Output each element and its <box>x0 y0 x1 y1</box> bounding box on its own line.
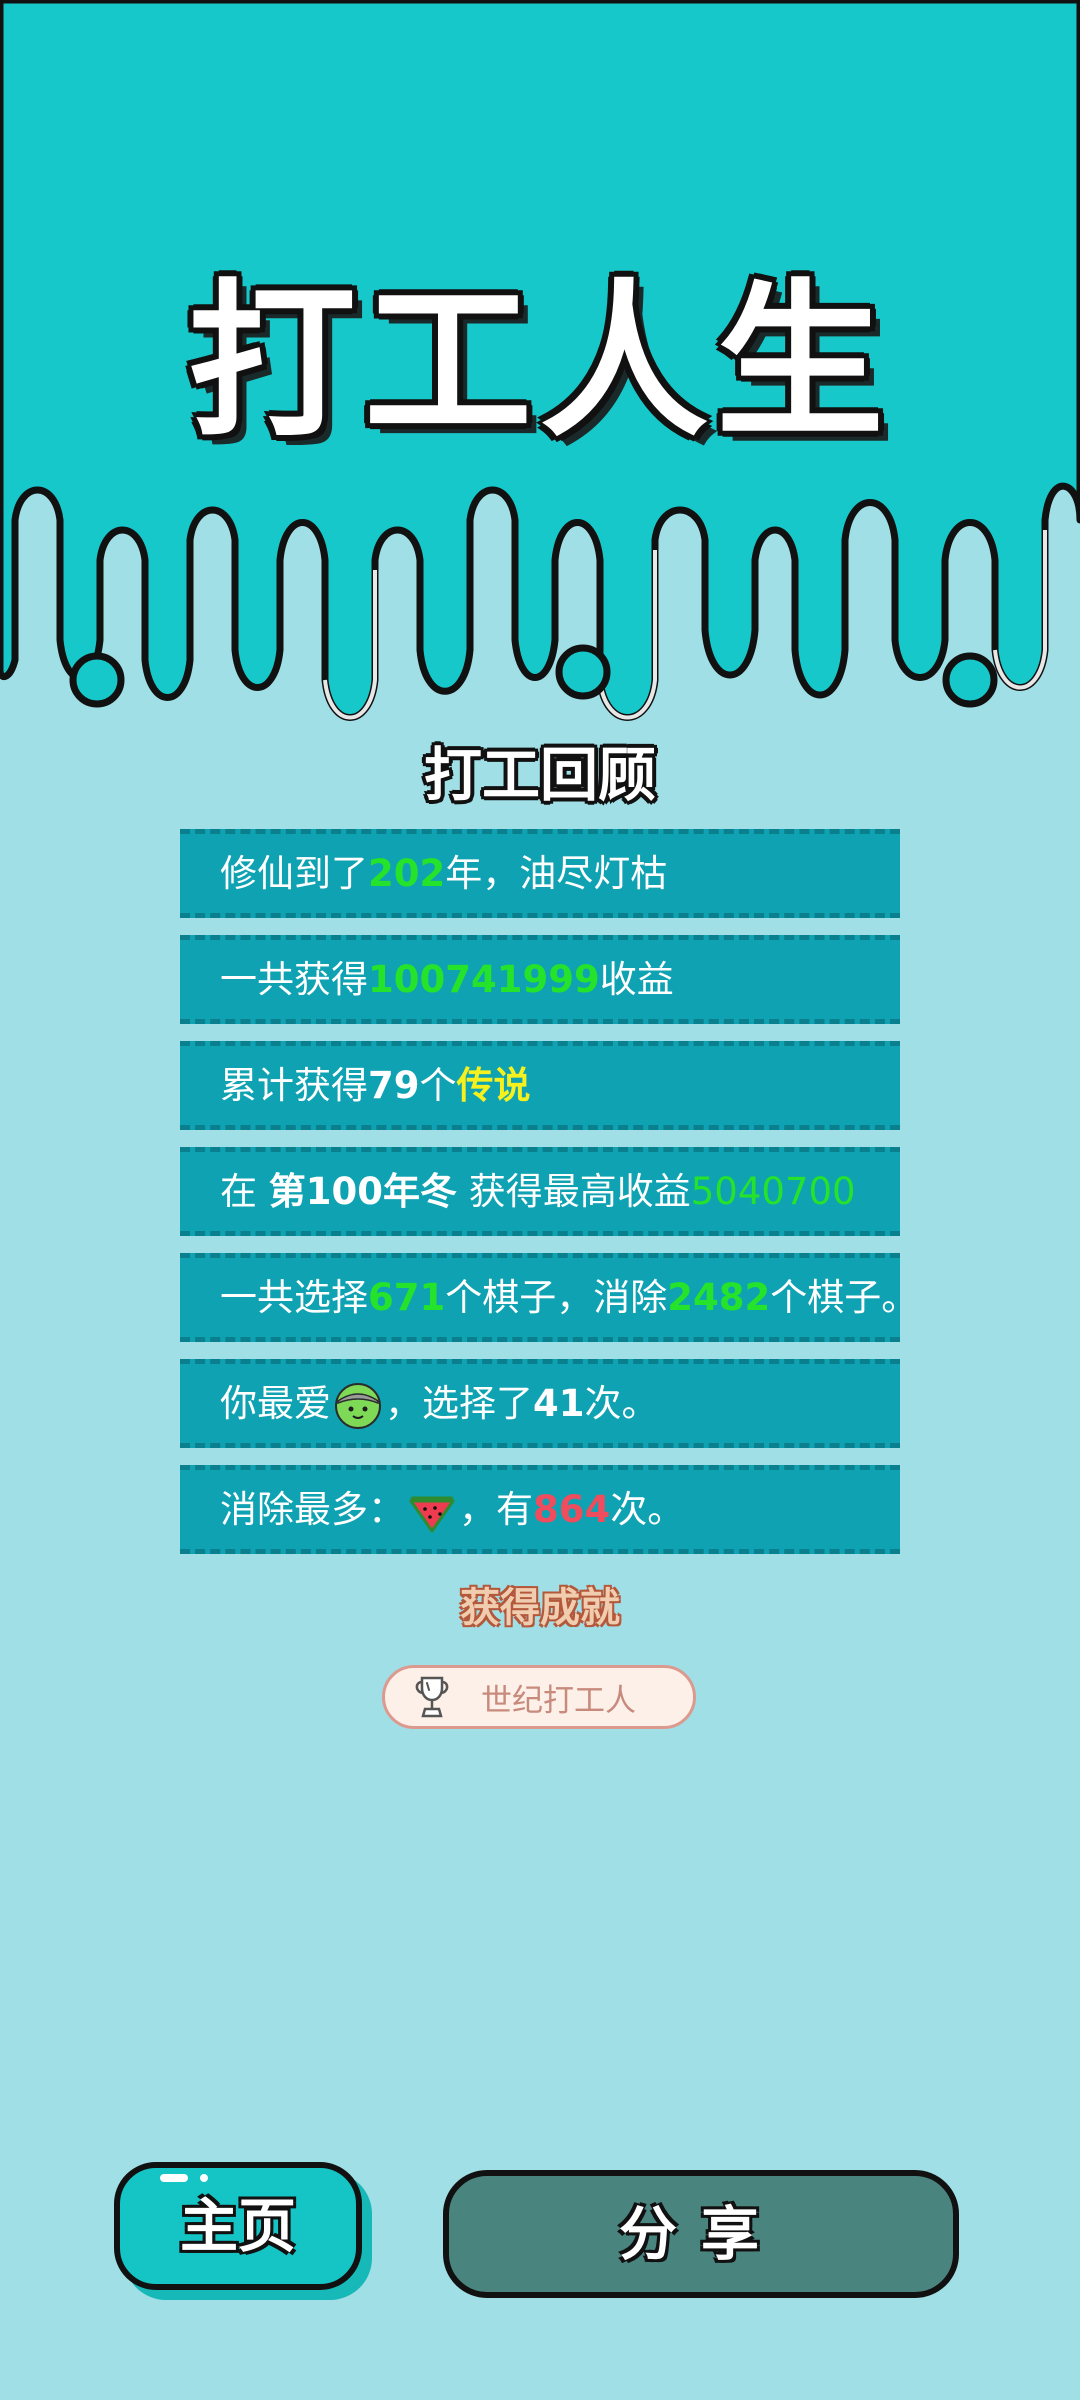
stat-label: 你最爱 <box>220 1382 331 1425</box>
stat-text: 累计获得79个传说 <box>220 1046 531 1125</box>
stat-label: 一共选择 <box>220 1276 368 1319</box>
review-heading: 打工回顾 <box>423 741 656 809</box>
stat-value: 864 <box>533 1488 611 1531</box>
stat-label: 获得最高收益 <box>457 1170 691 1213</box>
stat-value: 2482 <box>667 1276 771 1319</box>
watermelon-icon <box>409 1496 455 1532</box>
stat-value: 41 <box>533 1382 585 1425</box>
stat-text: 修仙到了202年，油尽灯枯 <box>220 834 667 913</box>
review-stats-list: 修仙到了202年，油尽灯枯 一共获得100741999收益 累计获得79个传说 … <box>180 829 918 1571</box>
stat-text: 你最爱 ，选择了41次。 <box>220 1364 659 1443</box>
stat-label: 累计获得 <box>220 1064 368 1107</box>
stat-label: ，有 <box>459 1488 533 1531</box>
stat-row-pieces: 一共选择671个棋子，消除2482个棋子。 <box>180 1253 918 1342</box>
stat-label: 次。 <box>584 1382 659 1425</box>
achievements-heading: 获得成就 <box>460 1585 620 1631</box>
stat-text: 在 第100年冬 获得最高收益5040700 <box>220 1152 856 1231</box>
stat-value: 100741999 <box>368 958 600 1001</box>
stat-text: 消除最多： ，有864次。 <box>220 1470 684 1549</box>
stat-label: 个棋子，消除 <box>445 1276 668 1319</box>
stat-label: 年，油尽灯枯 <box>445 852 668 895</box>
stat-label: 个棋子。 <box>770 1276 919 1319</box>
stat-label: 次。 <box>610 1488 685 1531</box>
achievement-badge[interactable]: 世纪打工人 <box>382 1665 696 1729</box>
trophy-icon <box>415 1676 449 1718</box>
home-button[interactable]: 主页 <box>114 2162 362 2290</box>
stat-label: 消除最多： <box>220 1488 405 1531</box>
stat-row-years: 修仙到了202年，油尽灯枯 <box>180 829 900 918</box>
game-title: 打工人生 <box>188 264 892 460</box>
stat-row-legends: 累计获得79个传说 <box>180 1041 900 1130</box>
stat-row-most-cleared: 消除最多： ，有864次。 <box>180 1465 900 1554</box>
stat-value: 671 <box>368 1276 446 1319</box>
green-ball-icon <box>335 1382 381 1429</box>
stat-value: 79 <box>368 1064 420 1107</box>
stat-text: 一共获得100741999收益 <box>220 940 674 1019</box>
stat-label: 修仙到了 <box>220 852 368 895</box>
stat-value: 202 <box>368 852 446 895</box>
share-button[interactable]: 分享 <box>443 2170 959 2298</box>
stat-row-income: 一共获得100741999收益 <box>180 935 900 1024</box>
stat-text: 一共选择671个棋子，消除2482个棋子。 <box>220 1258 918 1337</box>
stat-row-best-income: 在 第100年冬 获得最高收益5040700 <box>180 1147 900 1236</box>
stat-label: 在 <box>220 1170 269 1213</box>
stat-highlight: 第100年冬 <box>268 1170 457 1213</box>
stat-row-favorite: 你最爱 ，选择了41次。 <box>180 1359 900 1448</box>
stat-label: 收益 <box>599 958 674 1001</box>
stat-value: 5040700 <box>690 1170 856 1213</box>
achievement-label: 世纪打工人 <box>481 1682 636 1719</box>
stat-highlight: 传说 <box>456 1064 531 1107</box>
stat-label: ，选择了 <box>385 1382 533 1425</box>
stat-label: 个 <box>419 1064 457 1107</box>
stat-label: 一共获得 <box>220 958 368 1001</box>
